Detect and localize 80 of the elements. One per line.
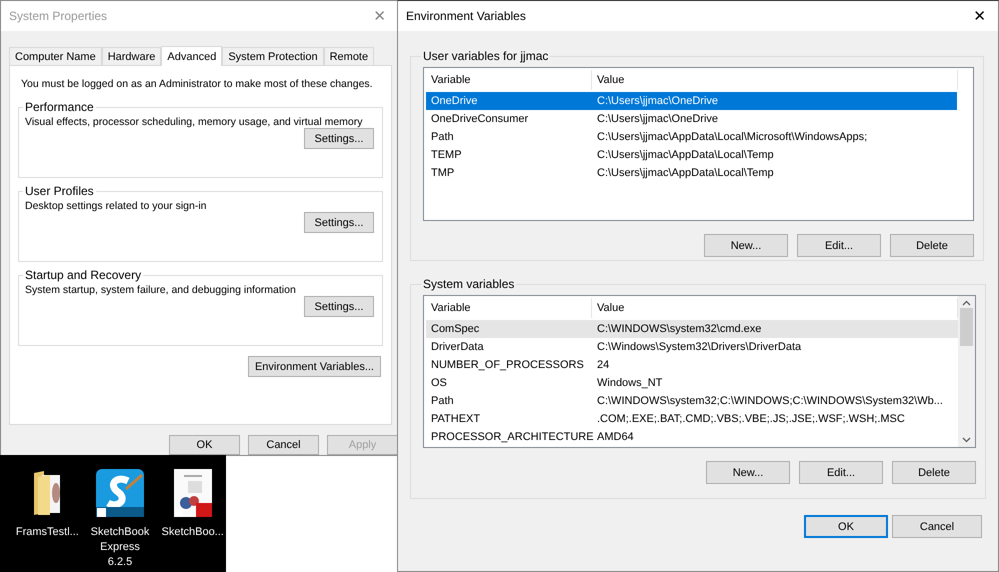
settings-button[interactable]: Settings... xyxy=(304,212,374,233)
variable-row[interactable]: OneDrive C:\Users\jjmac\OneDrive xyxy=(426,92,957,110)
tab[interactable]: System Protection xyxy=(222,47,324,65)
variable-name: DriverData xyxy=(430,341,485,353)
tab[interactable]: Remote xyxy=(324,47,374,65)
variable-value: C:\Users\jjmac\OneDrive xyxy=(596,113,720,125)
group-description: Visual effects, processor scheduling, memory usage, and virtual memory xyxy=(25,116,363,128)
document-icon[interactable] xyxy=(174,469,212,517)
variable-row[interactable]: NUMBER_OF_PROCESSORS 24 xyxy=(426,356,958,374)
desktop-icon-label[interactable]: SketchBook Express 6.2.5 xyxy=(86,525,154,570)
group-description: System startup, system failure, and debugging information xyxy=(25,284,296,296)
variable-name: NUMBER_OF_PROCESSORS xyxy=(430,359,585,371)
variable-value: .COM;.EXE;.BAT;.CMD;.VBS;.VBE;.JS;.JSE;.WSF;.WSH;.MSC xyxy=(596,413,906,425)
variable-value: Windows_NT xyxy=(596,377,664,389)
window-title: System Properties xyxy=(9,9,108,23)
variable-row[interactable]: PATHEXT .COM;.EXE;.BAT;.CMD;.VBS;.VBE;.JS;.JSE;.WSF;.WSH;.MSC xyxy=(426,410,958,428)
variable-row[interactable]: Path C:\Users\jjmac\AppData\Local\Microsoft\WindowsApps; xyxy=(426,128,957,146)
settings-button[interactable]: Settings... xyxy=(304,128,374,149)
variable-name: TMP xyxy=(430,167,456,179)
variable-value: C:\Users\jjmac\OneDrive xyxy=(596,95,720,107)
environment-variables-button[interactable]: Environment Variables... xyxy=(248,356,381,377)
list-button[interactable]: Edit... xyxy=(797,234,881,257)
variable-row[interactable]: OneDriveConsumer C:\Users\jjmac\OneDrive xyxy=(426,110,957,128)
dialog-button[interactable]: OK xyxy=(169,435,240,455)
desktop-icon-label[interactable]: FramsTestl... xyxy=(16,525,79,540)
app-icon[interactable] xyxy=(96,469,144,517)
variable-name: PATHEXT xyxy=(430,413,482,425)
list-button[interactable]: New... xyxy=(706,461,790,484)
variable-row[interactable]: ComSpec C:\WINDOWS\system32\cmd.exe xyxy=(426,320,958,338)
variable-name: OS xyxy=(430,377,448,389)
variable-name: PROCESSOR_ARCHITECTURE xyxy=(430,431,592,443)
variable-value: C:\Windows\System32\Drivers\DriverData xyxy=(596,341,802,353)
variable-row[interactable]: TMP C:\Users\jjmac\AppData\Local\Temp xyxy=(426,164,957,182)
window-title: Environment Variables xyxy=(406,9,526,23)
scroll-up-icon[interactable] xyxy=(962,300,971,306)
variable-row[interactable]: OS Windows_NT xyxy=(426,374,958,392)
variable-name: Path xyxy=(430,395,455,407)
list-button[interactable]: Delete xyxy=(890,234,974,257)
variable-name: Path xyxy=(430,131,455,143)
column-header[interactable]: Variable xyxy=(426,70,592,90)
close-button[interactable]: ✕ xyxy=(969,7,990,25)
tab[interactable]: Advanced xyxy=(161,46,222,66)
list-button[interactable]: New... xyxy=(704,234,788,257)
variable-value: C:\WINDOWS\system32;C:\WINDOWS;C:\WINDOWS\System32\Wb... xyxy=(596,395,944,407)
variable-name: TEMP xyxy=(430,149,463,161)
variable-row[interactable]: PROCESSOR_ARCHITECTURE AMD64 xyxy=(426,428,958,446)
variable-name: OneDriveConsumer xyxy=(430,113,530,125)
variable-row[interactable]: TEMP C:\Users\jjmac\AppData\Local\Temp xyxy=(426,146,957,164)
variable-value: C:\Users\jjmac\AppData\Local\Microsoft\WindowsApps; xyxy=(596,131,868,143)
dialog-button[interactable]: OK xyxy=(804,515,888,538)
list-button[interactable]: Delete xyxy=(892,461,976,484)
group-description: Desktop settings related to your sign-in xyxy=(25,200,207,212)
close-button[interactable]: ✕ xyxy=(369,7,390,25)
group-title: User variables for jjmac xyxy=(422,49,550,63)
variable-value: 24 xyxy=(596,359,610,371)
desktop-icon-label[interactable]: SketchBoo... xyxy=(161,525,224,540)
variable-row[interactable]: DriverData C:\Windows\System32\Drivers\DriverData xyxy=(426,338,958,356)
dialog-button[interactable]: Cancel xyxy=(248,435,319,455)
scrollbar[interactable] xyxy=(958,296,975,447)
column-header[interactable]: Variable xyxy=(426,298,592,318)
group-title: System variables xyxy=(422,277,516,291)
variable-value: C:\WINDOWS\system32\cmd.exe xyxy=(596,323,762,335)
settings-button[interactable]: Settings... xyxy=(304,296,374,317)
group-title: Startup and Recovery xyxy=(24,268,142,282)
scrollbar-thumb[interactable] xyxy=(960,308,973,346)
list-button[interactable]: Edit... xyxy=(799,461,883,484)
variable-name: OneDrive xyxy=(430,95,478,107)
variable-value: AMD64 xyxy=(596,431,635,443)
tab[interactable]: Computer Name xyxy=(9,47,102,65)
scroll-down-icon[interactable] xyxy=(962,437,971,443)
admin-notice: You must be logged on as an Administrator to make most of these changes. xyxy=(20,78,373,90)
group-title: Performance xyxy=(24,100,95,114)
dialog-button[interactable]: Cancel xyxy=(892,515,982,538)
variable-value: C:\Users\jjmac\AppData\Local\Temp xyxy=(596,167,775,179)
variable-row[interactable]: Path C:\WINDOWS\system32;C:\WINDOWS;C:\WINDOWS\System32\Wb... xyxy=(426,392,958,410)
tab[interactable]: Hardware xyxy=(102,47,162,65)
variable-name: ComSpec xyxy=(430,323,480,335)
column-header[interactable]: Value xyxy=(592,70,958,90)
group-title: User Profiles xyxy=(24,184,95,198)
variable-value: C:\Users\jjmac\AppData\Local\Temp xyxy=(596,149,775,161)
